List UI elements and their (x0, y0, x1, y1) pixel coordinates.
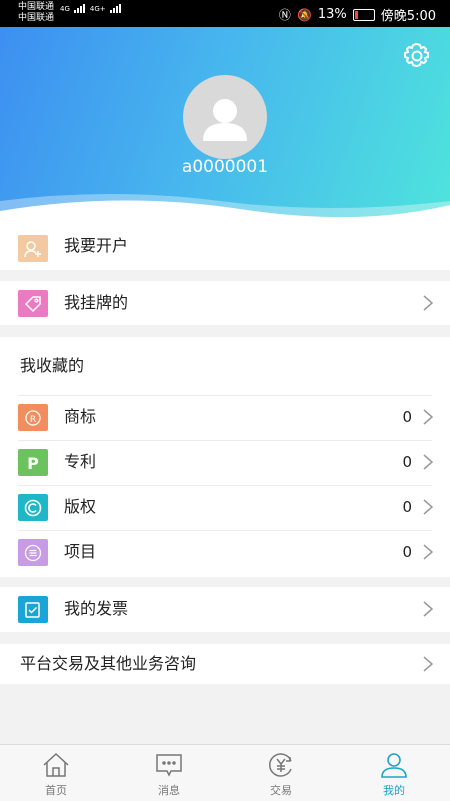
chevron-right-icon (423, 656, 434, 672)
home-icon (43, 752, 69, 777)
favorite-count: 0 (402, 453, 412, 471)
invoice-icon (18, 596, 48, 623)
chevron-right-icon (423, 544, 434, 560)
person-icon (203, 99, 247, 141)
clock: 傍晚5:00 (380, 9, 436, 24)
open-account-label: 我要开户 (64, 236, 129, 255)
favorite-count: 0 (402, 498, 412, 516)
header-wave (0, 194, 450, 227)
mute-icon: 🔕 (296, 7, 312, 22)
message-icon (156, 754, 182, 777)
favorite-project-row[interactable]: 项目 0 (0, 530, 450, 574)
tab-trade[interactable]: 交易 (225, 745, 337, 801)
favorite-label: 商标 (64, 407, 97, 426)
profile-header: a0000001 (0, 27, 450, 227)
status-right: Ⓝ 🔕 13% 傍晚5:00 (279, 5, 436, 24)
network-indicators: 4G 4G+ (60, 4, 122, 13)
battery-percent: 13% (317, 7, 347, 22)
listings-card: 我挂牌的 (0, 281, 450, 325)
favorites-title: 我收藏的 (20, 356, 85, 375)
open-account-row[interactable]: 我要开户 (0, 227, 450, 270)
signal-icon (73, 4, 86, 13)
invoice-card: 我的发票 (0, 587, 450, 632)
project-icon (18, 539, 48, 566)
battery-icon (352, 8, 375, 21)
favorites-card: 我收藏的 R 商标 0 P 专利 0 版权 0 项目 0 (0, 337, 450, 577)
favorite-patent-row[interactable]: P 专利 0 (0, 440, 450, 484)
trademark-icon: R (18, 404, 48, 431)
svg-text:R: R (30, 415, 36, 425)
carrier-1: 中国联通 (18, 2, 55, 12)
tab-label: 我的 (383, 784, 405, 797)
copyright-icon (18, 494, 48, 521)
my-invoice-row[interactable]: 我的发票 (0, 587, 450, 631)
favorite-label: 项目 (64, 542, 97, 561)
favorite-label: 专利 (64, 452, 97, 471)
chevron-right-icon (423, 499, 434, 515)
status-bar: 中国联通 中国联通 4G 4G+ Ⓝ 🔕 13% 傍晚5:00 (0, 0, 450, 27)
tag-icon (18, 290, 48, 317)
chevron-right-icon (423, 409, 434, 425)
my-listings-label: 我挂牌的 (64, 293, 129, 312)
network-type-2: 4G+ (89, 5, 106, 13)
nfc-icon: Ⓝ (278, 8, 291, 22)
svg-text:P: P (27, 454, 39, 473)
consult-label: 平台交易及其他业务咨询 (20, 654, 197, 673)
favorite-copyright-row[interactable]: 版权 0 (0, 485, 450, 529)
chevron-right-icon (423, 454, 434, 470)
patent-icon: P (18, 449, 48, 476)
chevron-right-icon (423, 601, 434, 617)
carrier-2: 中国联通 (18, 13, 55, 23)
open-account-card: 我要开户 (0, 227, 450, 270)
user-icon (381, 753, 407, 778)
avatar[interactable] (183, 75, 267, 159)
add-user-icon (18, 235, 48, 262)
favorite-label: 版权 (64, 497, 97, 516)
my-listings-row[interactable]: 我挂牌的 (0, 281, 450, 325)
network-type-1: 4G (60, 5, 70, 13)
bottom-tab-bar: 首页 消息 交易 我的 (0, 744, 450, 801)
tab-label: 交易 (270, 784, 292, 797)
signal-icon (109, 4, 122, 13)
chevron-right-icon (423, 295, 434, 311)
consult-card: 平台交易及其他业务咨询 (0, 644, 450, 684)
favorite-count: 0 (402, 408, 412, 426)
tab-label: 首页 (45, 784, 67, 797)
tab-label: 消息 (158, 784, 180, 797)
tab-mine[interactable]: 我的 (338, 745, 450, 801)
favorite-count: 0 (402, 543, 412, 561)
gear-icon[interactable] (402, 41, 432, 71)
tab-messages[interactable]: 消息 (113, 745, 225, 801)
my-invoice-label: 我的发票 (64, 599, 129, 618)
favorite-trademark-row[interactable]: R 商标 0 (0, 395, 450, 439)
yuan-icon (269, 753, 292, 777)
carrier-labels: 中国联通 中国联通 (18, 2, 54, 24)
consult-row[interactable]: 平台交易及其他业务咨询 (0, 644, 450, 684)
tab-home[interactable]: 首页 (0, 745, 112, 801)
username: a0000001 (181, 157, 269, 177)
